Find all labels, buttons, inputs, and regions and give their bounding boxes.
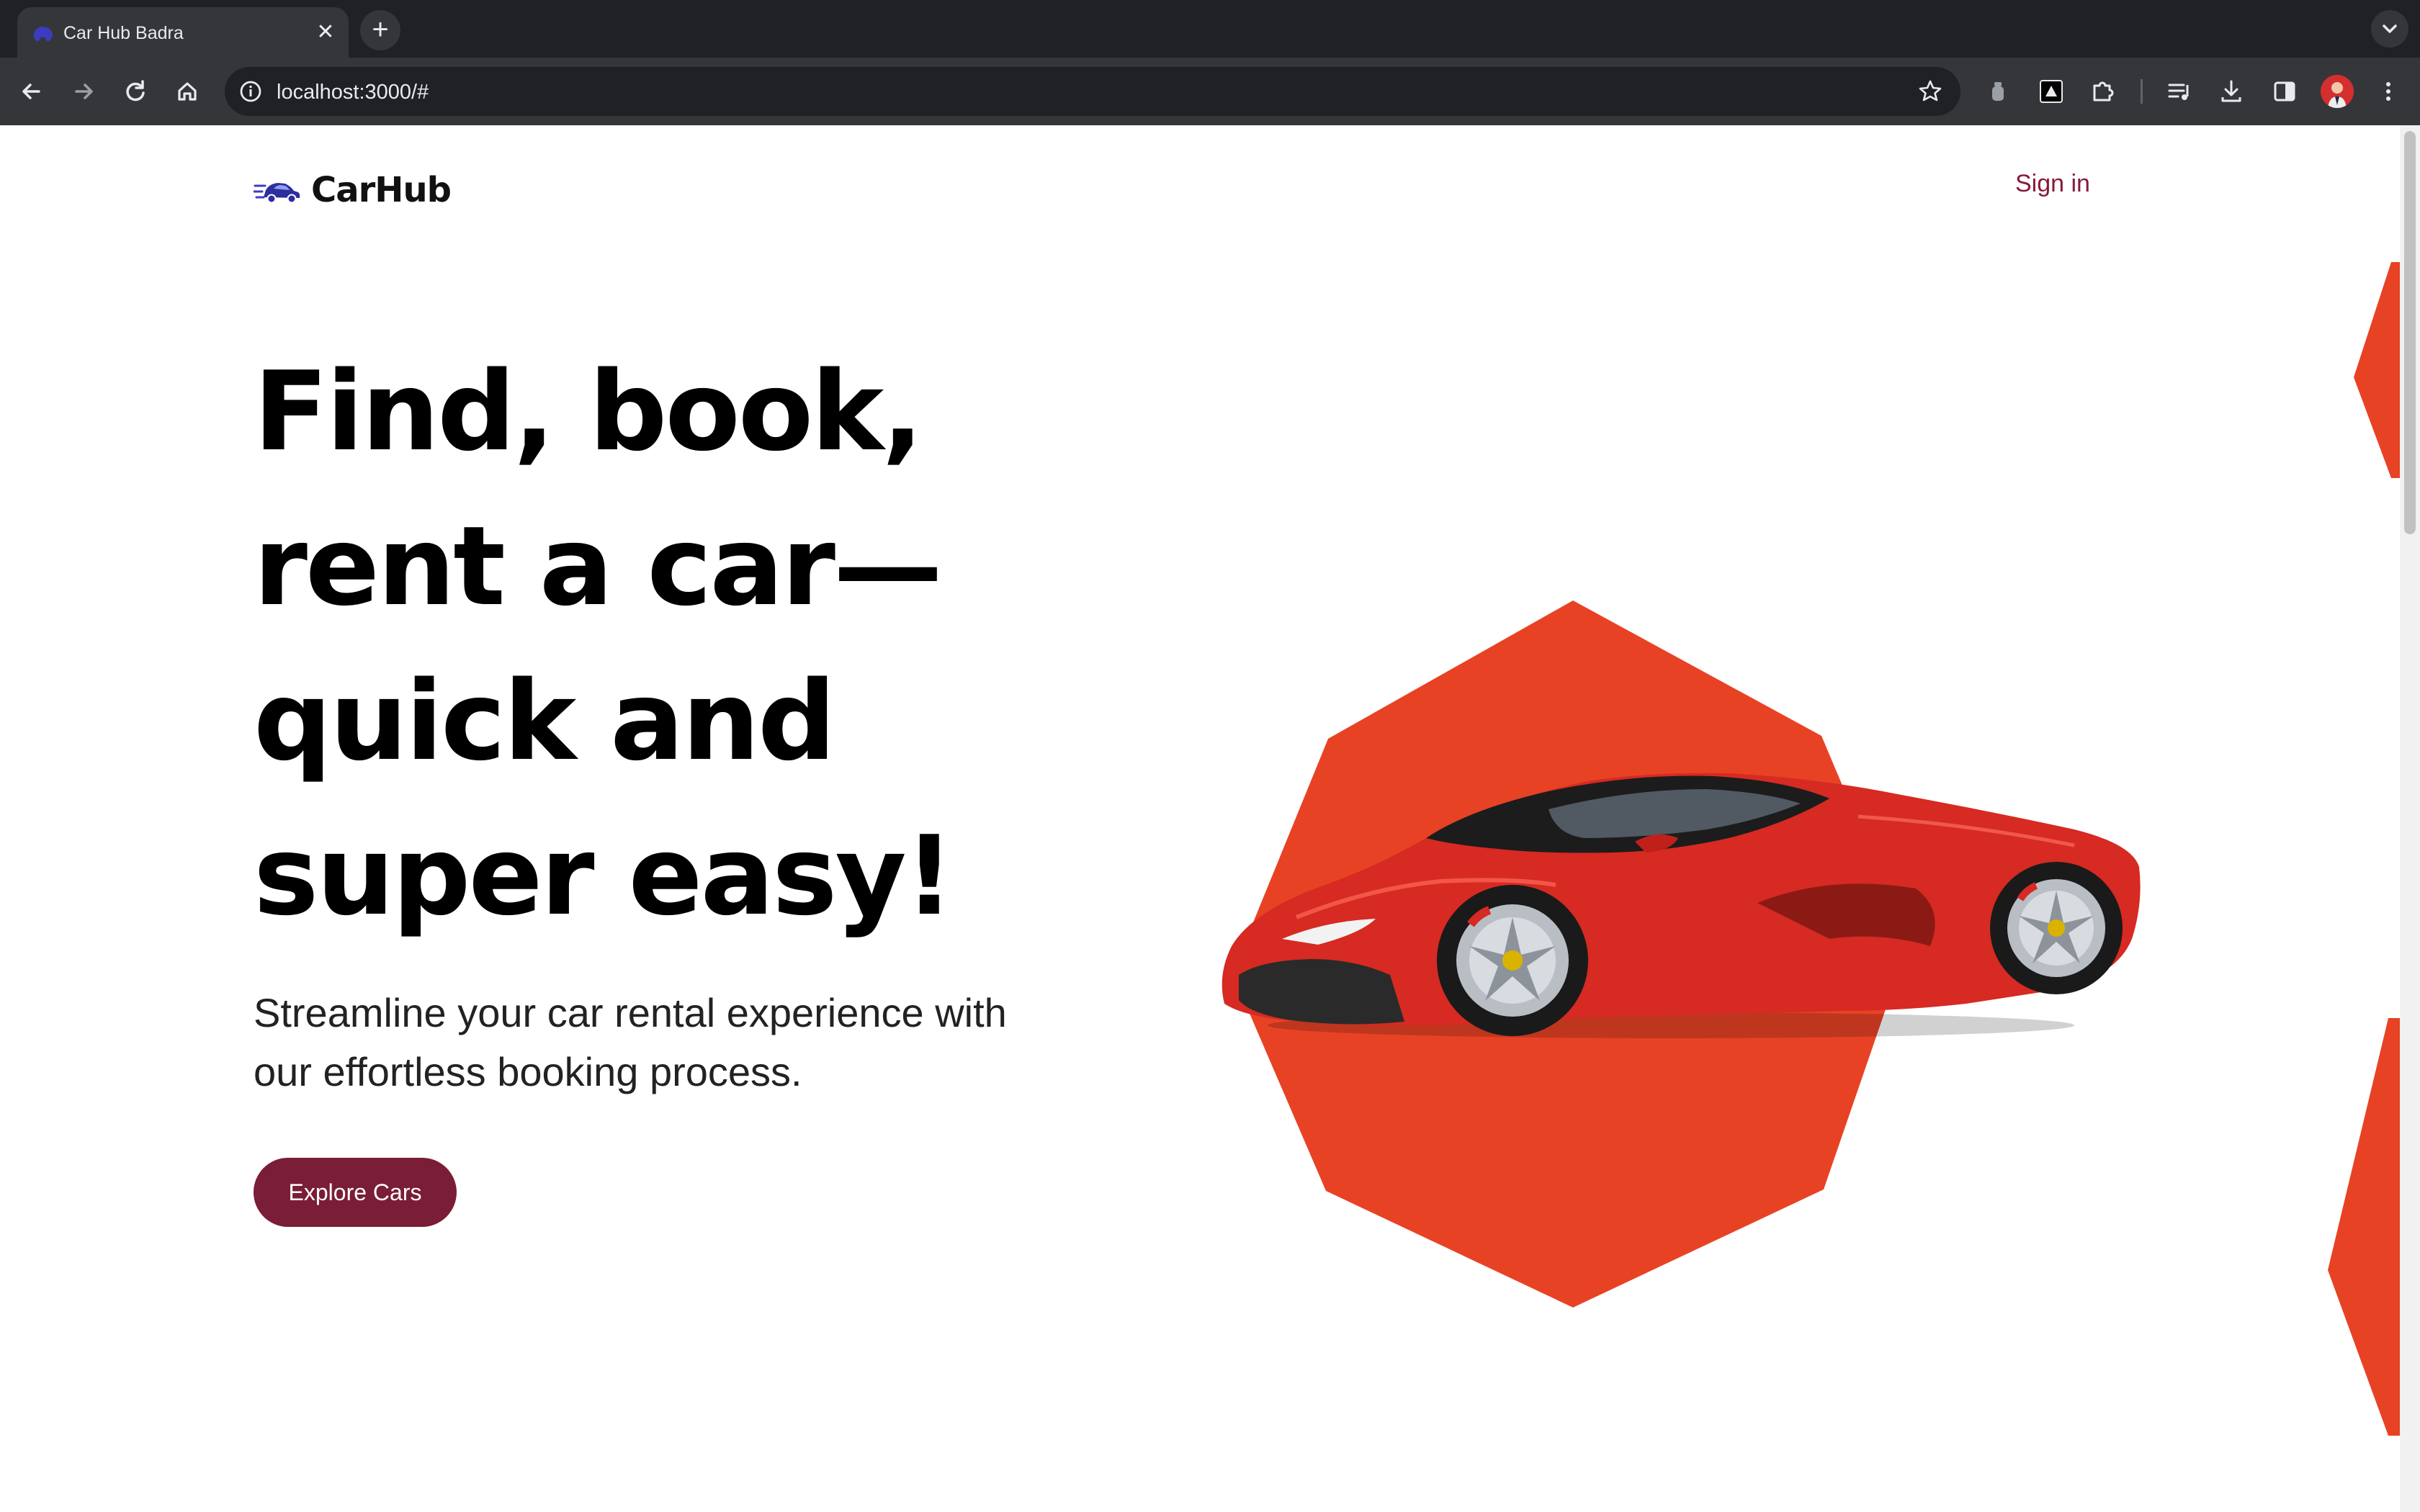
browser-tab[interactable]: Car Hub Badra ✕ (17, 7, 349, 58)
profile-avatar[interactable] (2321, 75, 2354, 108)
headline-line: quick and (254, 657, 836, 785)
headline-line: super easy! (254, 812, 954, 940)
new-tab-button[interactable]: + (360, 10, 400, 50)
headline-line: rent a car— (254, 503, 943, 630)
toolbar-separator (2141, 79, 2143, 104)
home-icon[interactable] (169, 73, 206, 110)
sign-in-link[interactable]: Sign in (2015, 170, 2090, 198)
bookmark-star-icon[interactable] (1916, 77, 1945, 106)
carhub-logo[interactable]: CarHub (254, 167, 452, 213)
tab-close-icon[interactable]: ✕ (313, 19, 339, 45)
tab-search-button[interactable] (2371, 10, 2408, 48)
extensions-puzzle-icon[interactable] (2087, 76, 2119, 107)
tab-title: Car Hub Badra (63, 23, 184, 43)
subtitle-line: Streamline your car rental experience wi… (254, 990, 1007, 1035)
browser-menu-icon[interactable] (2372, 76, 2404, 107)
car-logo-icon (254, 183, 300, 204)
headline-line: Find, book, (254, 348, 923, 475)
hero-subtitle: Streamline your car rental experience wi… (254, 984, 1046, 1102)
back-icon[interactable] (13, 73, 50, 110)
page-scrollbar[interactable] (2400, 125, 2420, 1512)
hero-car-illustration (1222, 600, 2141, 1308)
media-playlist-icon[interactable] (2164, 76, 2195, 107)
edge-hexagon-top (2354, 262, 2406, 478)
hero-headline: Find, book, rent a car— quick and super … (254, 334, 1154, 953)
extension-bottle-icon[interactable] (1982, 76, 2014, 107)
site-info-icon[interactable] (236, 77, 265, 106)
edge-hexagon-bottom (2328, 1018, 2406, 1436)
browser-tab-strip: Car Hub Badra ✕ + (0, 0, 2420, 58)
browser-toolbar: localhost:3000/# (0, 58, 2420, 125)
address-bar[interactable]: localhost:3000/# (225, 67, 1960, 116)
subtitle-line: our effortless booking process. (254, 1049, 802, 1094)
reload-icon[interactable] (117, 73, 154, 110)
explore-cars-button[interactable]: Explore Cars (254, 1158, 457, 1227)
extension-triangle-icon[interactable] (2035, 76, 2067, 107)
scrollbar-thumb[interactable] (2404, 131, 2416, 534)
download-icon[interactable] (2215, 76, 2247, 107)
url-text[interactable]: localhost:3000/# (277, 81, 429, 104)
chevron-down-icon (2383, 24, 2397, 33)
forward-icon[interactable] (65, 73, 102, 110)
profile-photo-icon (2321, 75, 2354, 108)
logo-text: CarHub (311, 170, 452, 210)
page-content: CarHub Sign in Find, book, rent a car— q… (0, 125, 2420, 1512)
side-panel-icon[interactable] (2269, 76, 2300, 107)
car-favicon-icon (33, 27, 53, 41)
